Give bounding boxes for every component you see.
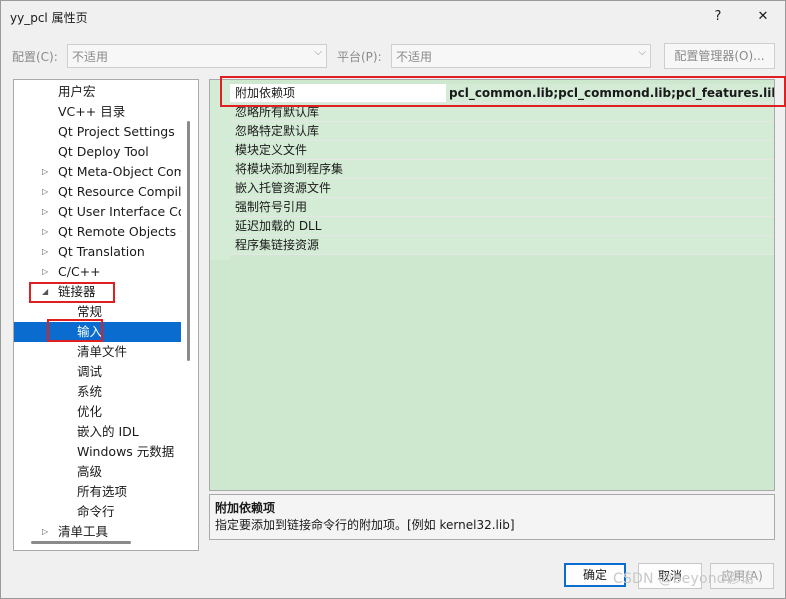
watermark: CSDN @beyond谚语 — [613, 571, 755, 587]
property-grid: 附加依赖项 pcl_common.lib;pcl_commond.lib;pcl_… — [209, 79, 775, 491]
chevron-down-icon: ⌵ — [314, 47, 322, 58]
expand-arrow-icon: ▷ — [42, 527, 49, 536]
tree-item[interactable]: 嵌入的 IDL — [14, 422, 181, 442]
config-label: 配置(C): — [12, 50, 58, 64]
tree-item[interactable]: 用户宏 — [14, 82, 181, 102]
platform-label: 平台(P): — [337, 50, 382, 64]
expand-arrow-icon: ▷ — [42, 267, 49, 276]
tree-item[interactable]: 系统 — [14, 382, 181, 402]
tree-item[interactable]: ▷ C/C++ — [14, 262, 181, 282]
chevron-down-icon: ⌵ — [638, 47, 646, 58]
tree-item[interactable]: ▷ Qt Remote Objects C — [14, 222, 181, 242]
config-value: 不适用 — [72, 50, 109, 64]
tree-item[interactable]: 优化 — [14, 402, 181, 422]
tree-item[interactable]: Qt Project Settings — [14, 122, 181, 142]
window-title: yy_pcl 属性页 — [10, 11, 88, 25]
description-text: 指定要添加到链接命令行的附加项。[例如 kernel32.lib] — [215, 518, 515, 532]
tree-item[interactable]: ▷ Qt Translation — [14, 242, 181, 262]
expand-arrow-icon: ▷ — [42, 227, 49, 236]
grid-row[interactable]: 将模块添加到程序集 — [210, 160, 774, 179]
tree-vertical-scrollbar[interactable] — [187, 121, 190, 361]
expand-arrow-icon: ▷ — [42, 187, 49, 196]
tree-item[interactable]: 所有选项 — [14, 482, 181, 502]
title-bar: yy_pcl 属性页 ? ✕ — [1, 1, 785, 33]
expand-arrow-icon: ▷ — [42, 167, 49, 176]
close-button[interactable]: ✕ — [751, 5, 775, 29]
tree-item[interactable]: Qt Deploy Tool — [14, 142, 181, 162]
properties-dialog: yy_pcl 属性页 ? ✕ 配置(C): 不适用 ⌵ 平台(P): 不适用 ⌵… — [0, 0, 786, 599]
grid-row[interactable]: 程序集链接资源 — [210, 236, 774, 255]
property-tree: 用户宏 VC++ 目录 Qt Project Settings Qt Deplo… — [13, 79, 199, 551]
highlight-box-input — [47, 319, 103, 342]
tree-horizontal-scrollbar[interactable] — [31, 541, 131, 544]
tree-item[interactable]: 高级 — [14, 462, 181, 482]
highlight-box-linker — [29, 282, 115, 303]
config-select[interactable]: 不适用 ⌵ — [67, 44, 327, 68]
tree-item[interactable]: Windows 元数据 — [14, 442, 181, 462]
platform-select[interactable]: 不适用 ⌵ — [391, 44, 651, 68]
grid-row[interactable]: 强制符号引用 — [210, 198, 774, 217]
expand-arrow-icon: ▷ — [42, 207, 49, 216]
grid-row[interactable]: 延迟加载的 DLL — [210, 217, 774, 236]
platform-value: 不适用 — [396, 50, 433, 64]
config-manager-button[interactable]: 配置管理器(O)... — [664, 43, 775, 69]
grid-row[interactable]: 模块定义文件 — [210, 141, 774, 160]
grid-row[interactable]: 嵌入托管资源文件 — [210, 179, 774, 198]
expand-arrow-icon: ▷ — [42, 247, 49, 256]
description-panel: 附加依赖项 指定要添加到链接命令行的附加项。[例如 kernel32.lib] — [209, 494, 775, 540]
description-title: 附加依赖项 — [215, 501, 276, 515]
grid-row[interactable]: 忽略特定默认库 — [210, 122, 774, 141]
tree-item[interactable]: 清单文件 — [14, 342, 181, 362]
help-button[interactable]: ? — [706, 5, 730, 29]
tree-item[interactable]: ▷ Qt Meta-Object Com — [14, 162, 181, 182]
tree-item[interactable]: 调试 — [14, 362, 181, 382]
tree-item[interactable]: VC++ 目录 — [14, 102, 181, 122]
tree-item[interactable]: ▷ Qt User Interface Co — [14, 202, 181, 222]
tree-item[interactable]: ▷ Qt Resource Compile — [14, 182, 181, 202]
tree-item[interactable]: 命令行 — [14, 502, 181, 522]
highlight-box-dependencies — [220, 76, 786, 107]
tree-item[interactable]: ▷ 清单工具 — [14, 522, 181, 542]
